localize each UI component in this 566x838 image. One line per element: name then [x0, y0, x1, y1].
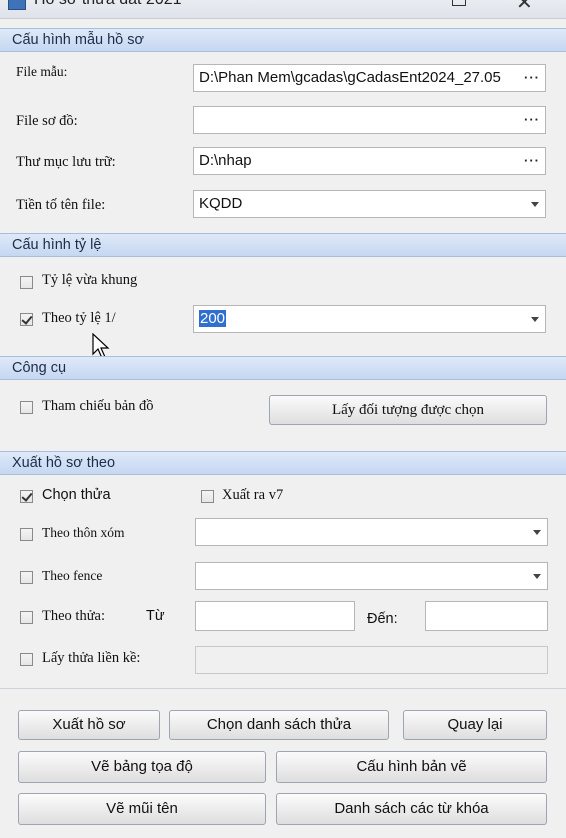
thu-muc-browse-button[interactable]: ···	[519, 148, 545, 174]
chon-danh-sach-thua-button[interactable]: Chọn danh sách thửa	[169, 710, 389, 740]
file-mau-browse-button[interactable]: ···	[519, 65, 545, 91]
ty-le-vua-khung-label: Tỷ lệ vừa khung	[42, 272, 138, 288]
section-title: Cấu hình tỷ lệ	[12, 237, 102, 253]
lien-ke-input[interactable]	[195, 646, 548, 674]
ve-bang-toa-do-button[interactable]: Vẽ bảng tọa độ	[18, 751, 266, 783]
tien-to-label: Tiền tố tên file:	[16, 197, 106, 213]
file-so-do-field[interactable]: ···	[193, 106, 546, 134]
chevron-down-icon	[531, 202, 539, 207]
theo-thon-xom-label: Theo thôn xóm	[42, 525, 125, 540]
ty-le-vua-khung-checkbox[interactable]	[20, 276, 33, 289]
tien-to-select[interactable]: KQDD	[193, 190, 546, 218]
section-title: Cấu hình mẫu hồ sơ	[12, 32, 145, 48]
tham-chieu-label: Tham chiếu bản đồ	[42, 398, 154, 414]
section-template-config: Cấu hình mẫu hồ sơ	[0, 28, 566, 52]
thu-muc-value: D:\nhap	[199, 152, 252, 169]
tu-input[interactable]	[195, 601, 355, 631]
file-mau-label: File mẫu:	[16, 64, 68, 79]
lay-thua-lien-ke-checkbox[interactable]	[20, 653, 33, 666]
chevron-down-icon	[531, 317, 539, 322]
xuat-ra-v7-checkbox[interactable]	[201, 490, 214, 503]
chevron-down-icon	[533, 530, 541, 535]
file-so-do-label: File sơ đồ:	[16, 113, 78, 129]
maximize-icon[interactable]	[452, 0, 466, 6]
theo-fence-checkbox[interactable]	[20, 571, 33, 584]
theo-ty-le-label: Theo tỷ lệ 1/	[42, 310, 116, 326]
close-icon[interactable]: ✕	[516, 0, 533, 14]
theo-thua-label: Theo thửa:	[42, 608, 106, 624]
chon-thua-label: Chọn thửa	[42, 487, 111, 503]
tu-label: Từ	[146, 608, 165, 624]
scale-value: 200	[199, 310, 227, 327]
theo-fence-label: Theo fence	[42, 568, 103, 583]
chon-thua-checkbox[interactable]	[20, 490, 33, 503]
file-mau-value: D:\Phan Mem\gcadas\gCadasEnt2024_27.05	[199, 69, 501, 86]
tham-chieu-checkbox[interactable]	[20, 401, 33, 414]
xuat-ho-so-button[interactable]: Xuất hồ sơ	[18, 710, 160, 740]
fence-select[interactable]	[195, 562, 548, 590]
section-title: Công cụ	[12, 360, 67, 376]
divider	[0, 688, 566, 689]
lay-doi-tuong-button[interactable]: Lấy đối tượng được chọn	[269, 395, 547, 425]
tien-to-value: KQDD	[199, 195, 243, 212]
theo-thua-checkbox[interactable]	[20, 611, 33, 624]
theo-ty-le-checkbox[interactable]	[20, 313, 33, 326]
section-scale-config: Cấu hình tỷ lệ	[0, 233, 566, 257]
title-bar: Hồ sơ thửa đất 2021 ✕	[0, 0, 566, 19]
quay-lai-button[interactable]: Quay lại	[403, 710, 547, 740]
window-title: Hồ sơ thửa đất 2021	[34, 0, 182, 9]
file-so-do-browse-button[interactable]: ···	[519, 107, 545, 133]
scale-select[interactable]: 200	[193, 305, 546, 333]
ve-mui-ten-button[interactable]: Vẽ mũi tên	[18, 793, 266, 825]
theo-thon-xom-checkbox[interactable]	[20, 528, 33, 541]
danh-sach-tu-khoa-button[interactable]: Danh sách các từ khóa	[276, 793, 547, 825]
thu-muc-field[interactable]: D:\nhap ···	[193, 147, 546, 175]
den-input[interactable]	[425, 601, 548, 631]
app-icon	[8, 0, 26, 10]
lay-thua-lien-ke-label: Lấy thửa liền kề:	[42, 650, 141, 666]
section-tools: Công cụ	[0, 356, 566, 380]
xuat-ra-v7-label: Xuất ra v7	[222, 487, 284, 503]
den-label: Đến:	[367, 611, 398, 627]
section-title: Xuất hồ sơ theo	[12, 455, 116, 471]
file-mau-field[interactable]: D:\Phan Mem\gcadas\gCadasEnt2024_27.05 ·…	[193, 64, 546, 92]
thu-muc-label: Thư mục lưu trữ:	[16, 154, 116, 170]
section-export: Xuất hồ sơ theo	[0, 451, 566, 475]
thon-xom-select[interactable]	[195, 518, 548, 546]
cau-hinh-ban-ve-button[interactable]: Cấu hình bản vẽ	[276, 751, 547, 783]
chevron-down-icon	[533, 574, 541, 579]
